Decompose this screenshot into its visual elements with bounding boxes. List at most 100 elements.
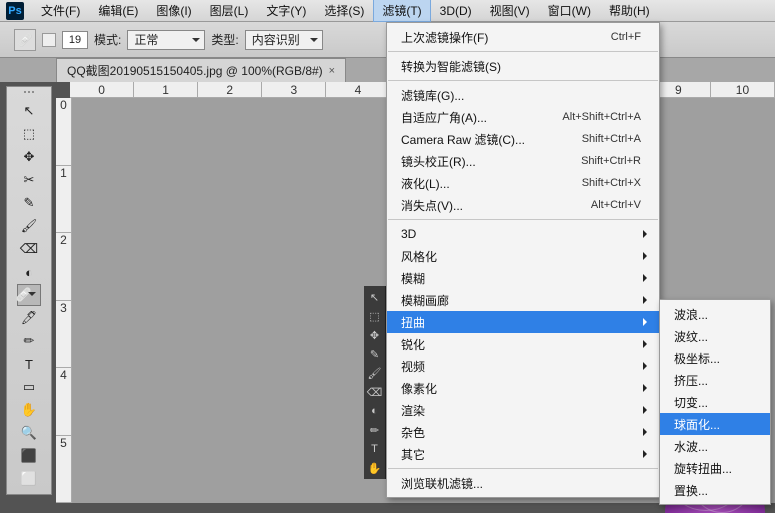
toolbox: ↖⬚✥✂✎🖌⌫◐🩹🖊✏T▭✋🔍⬛⬜ [6, 86, 52, 495]
menu-item[interactable]: 转换为智能滤镜(S) [387, 55, 659, 77]
menu-3d[interactable]: 3D(D) [431, 1, 481, 21]
menu-item-shortcut: Shift+Ctrl+R [581, 155, 641, 167]
ruler-tick: 1 [56, 166, 71, 234]
menubar: Ps 文件(F) 编辑(E) 图像(I) 图层(L) 文字(Y) 选择(S) 滤… [0, 0, 775, 22]
tool-button[interactable]: 🖊 [17, 307, 41, 329]
menu-item[interactable]: 自适应广角(A)...Alt+Shift+Ctrl+A [387, 106, 659, 128]
tool-button[interactable]: ⌫ [17, 238, 41, 260]
menu-item[interactable]: 视频 [387, 355, 659, 377]
submenu-item[interactable]: 水波... [660, 435, 770, 457]
submenu-item[interactable]: 挤压... [660, 369, 770, 391]
tool-button[interactable]: 🩹 [17, 284, 41, 306]
submenu-item[interactable]: 旋转扭曲... [660, 457, 770, 479]
current-tool-icon[interactable]: 🩹 [14, 29, 36, 51]
menu-item-label: 消失点(V)... [401, 197, 551, 214]
menu-help[interactable]: 帮助(H) [600, 0, 659, 22]
menu-item[interactable]: 3D [387, 223, 659, 245]
menu-item-label: 液化(L)... [401, 175, 542, 192]
submenu-item[interactable]: 置换... [660, 479, 770, 501]
menu-file[interactable]: 文件(F) [32, 0, 89, 22]
menu-item[interactable]: 模糊 [387, 267, 659, 289]
menu-type[interactable]: 文字(Y) [257, 0, 315, 22]
submenu-item[interactable]: 极坐标... [660, 347, 770, 369]
menu-window[interactable]: 窗口(W) [539, 0, 600, 22]
mini-tool-button[interactable]: ⌫ [366, 383, 384, 401]
ruler-tick: 0 [70, 82, 134, 97]
tool-button[interactable]: ↖ [17, 100, 41, 122]
menu-item[interactable]: 浏览联机滤镜... [387, 472, 659, 494]
menu-item[interactable]: 扭曲 [387, 311, 659, 333]
menu-item-shortcut: Ctrl+F [611, 31, 641, 43]
document-tab[interactable]: QQ截图20190515150405.jpg @ 100%(RGB/8#) × [56, 58, 346, 82]
menu-item[interactable]: 杂色 [387, 421, 659, 443]
toolbox-grip-icon[interactable] [14, 91, 44, 97]
menu-item[interactable]: Camera Raw 滤镜(C)...Shift+Ctrl+A [387, 128, 659, 150]
tool-button[interactable]: ◐ [17, 261, 41, 283]
ruler-tick: 1 [134, 82, 198, 97]
menu-item-label: 风格化 [401, 248, 641, 265]
menu-item-label: 转换为智能滤镜(S) [401, 58, 641, 75]
tool-button[interactable]: ⬚ [17, 123, 41, 145]
submenu-item-label: 极坐标... [674, 350, 752, 367]
tool-button[interactable]: 🖌 [17, 215, 41, 237]
menu-item[interactable]: 滤镜库(G)... [387, 84, 659, 106]
ruler-tick: 0 [56, 98, 71, 166]
filter-menu: 上次滤镜操作(F)Ctrl+F 转换为智能滤镜(S) 滤镜库(G)...自适应广角(… [386, 22, 660, 498]
type-select[interactable]: 内容识别 [245, 30, 323, 50]
menu-item-shortcut: Shift+Ctrl+A [582, 133, 641, 145]
menu-item-label: 像素化 [401, 380, 641, 397]
submenu-item[interactable]: 球面化... [660, 413, 770, 435]
tool-button[interactable]: ▭ [17, 376, 41, 398]
mode-select[interactable]: 正常 [127, 30, 205, 50]
close-tab-icon[interactable]: × [329, 65, 335, 77]
tool-button[interactable]: 🔍 [17, 422, 41, 444]
menu-image[interactable]: 图像(I) [147, 0, 200, 22]
submenu-item[interactable]: 切变... [660, 391, 770, 413]
mini-tool-button[interactable]: ✥ [366, 326, 384, 344]
menu-view[interactable]: 视图(V) [481, 0, 539, 22]
ruler-tick: 3 [56, 301, 71, 369]
tool-button[interactable]: ✂ [17, 169, 41, 191]
mini-tool-button[interactable]: ✋ [366, 459, 384, 477]
menu-edit[interactable]: 编辑(E) [89, 0, 147, 22]
mini-tool-button[interactable]: 🖌 [366, 364, 384, 382]
menu-layer[interactable]: 图层(L) [201, 0, 258, 22]
menu-item[interactable]: 消失点(V)...Alt+Ctrl+V [387, 194, 659, 216]
submenu-item[interactable]: 波纹... [660, 325, 770, 347]
tool-button[interactable]: T [17, 353, 41, 375]
menu-item[interactable]: 风格化 [387, 245, 659, 267]
mini-tool-button[interactable]: ✏ [366, 421, 384, 439]
menu-item-shortcut: Alt+Shift+Ctrl+A [562, 111, 641, 123]
menu-item-label: 模糊画廊 [401, 292, 641, 309]
mini-tool-button[interactable]: ◐ [366, 402, 384, 420]
mini-tool-button[interactable]: ✎ [366, 345, 384, 363]
menu-item[interactable]: 锐化 [387, 333, 659, 355]
ruler-tick: 4 [56, 368, 71, 436]
menu-filter[interactable]: 滤镜(T) [373, 0, 430, 22]
ruler-tick: 4 [326, 82, 390, 97]
ruler-tick: 2 [198, 82, 262, 97]
ruler-tick: 10 [711, 82, 775, 97]
menu-item[interactable]: 模糊画廊 [387, 289, 659, 311]
tool-button[interactable]: ⬜ [17, 468, 41, 490]
mini-tool-button[interactable]: T [366, 440, 384, 458]
document-tab-title: QQ截图20190515150405.jpg @ 100%(RGB/8#) [67, 62, 323, 79]
menu-item[interactable]: 液化(L)... Shift+Ctrl+X [387, 172, 659, 194]
menu-select[interactable]: 选择(S) [315, 0, 373, 22]
tool-button[interactable]: ✥ [17, 146, 41, 168]
mini-tool-button[interactable]: ⬚ [366, 307, 384, 325]
brush-preview-icon[interactable] [42, 33, 56, 47]
tool-button[interactable]: ⬛ [17, 445, 41, 467]
menu-item[interactable]: 渲染 [387, 399, 659, 421]
mini-tool-button[interactable]: ↖ [366, 288, 384, 306]
menu-item-shortcut: Shift+Ctrl+X [582, 177, 641, 189]
submenu-item[interactable]: 波浪... [660, 303, 770, 325]
tool-button[interactable]: ✏ [17, 330, 41, 352]
tool-button[interactable]: ✎ [17, 192, 41, 214]
menu-item[interactable]: 像素化 [387, 377, 659, 399]
tool-button[interactable]: ✋ [17, 399, 41, 421]
brush-size-field[interactable]: 19 [62, 31, 88, 49]
menu-item[interactable]: 上次滤镜操作(F)Ctrl+F [387, 26, 659, 48]
menu-item[interactable]: 镜头校正(R)...Shift+Ctrl+R [387, 150, 659, 172]
menu-item[interactable]: 其它 [387, 443, 659, 465]
